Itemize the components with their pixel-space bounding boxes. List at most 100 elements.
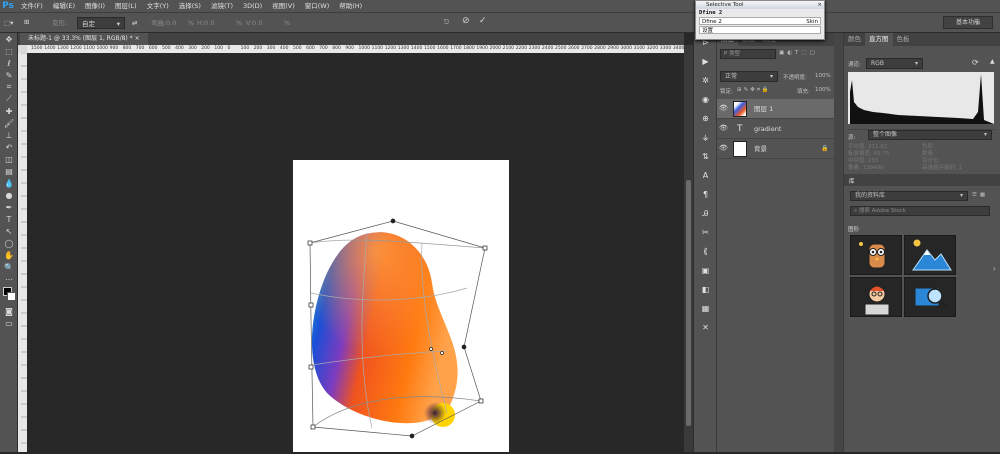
orientation-toggle-icon[interactable]: ⇄ (132, 17, 137, 29)
menu-item[interactable]: 图层(L) (110, 0, 142, 12)
layer-row-background[interactable]: 👁 背景 🔒 (717, 139, 835, 159)
healing-brush-icon[interactable]: ✚ (0, 105, 18, 117)
library-select[interactable]: 我的资料库 ▾ (850, 191, 968, 201)
panel-tab[interactable]: 颜色 (844, 33, 865, 46)
cancel-transform-icon[interactable]: ⊘ (462, 15, 470, 27)
brush-tool-icon[interactable]: 🖌 (0, 117, 18, 129)
warp-mode-select[interactable]: 自定 ▾ (77, 17, 125, 29)
warp-artwork[interactable] (27, 53, 684, 452)
layer-filter-search[interactable]: P 类型 (720, 49, 776, 59)
lasso-tool-icon[interactable]: ℓ (0, 57, 18, 69)
plugin-2-icon[interactable]: ◧ (694, 280, 717, 299)
paragraph-panel-icon[interactable]: ¶ (694, 185, 717, 204)
panel-tab[interactable]: 色板 (893, 33, 914, 46)
panel-divider[interactable] (834, 33, 843, 452)
commit-transform-icon[interactable]: ✓ (479, 15, 487, 27)
layer-name[interactable]: gradient (754, 119, 781, 139)
tool-presets-icon[interactable]: ✂ (694, 223, 717, 242)
character-panel-icon[interactable]: A (694, 166, 717, 185)
adjust-panel-icon[interactable]: ✲ (694, 71, 717, 90)
glyphs-panel-icon[interactable]: Ꭿ (694, 204, 717, 223)
warp-mode-switch-icon[interactable]: ⎋ (444, 16, 449, 28)
tool-preset-icon[interactable]: ⬚▾ (4, 17, 13, 29)
opacity-value[interactable]: 100% (815, 73, 831, 79)
menu-item[interactable]: 视图(V) (267, 0, 300, 12)
selective-tool-titlebar[interactable]: Selective Tool × (696, 1, 824, 9)
h-value[interactable]: 0.0 (204, 17, 214, 29)
menu-item[interactable]: 选择(S) (174, 0, 206, 12)
plugin-3-icon[interactable]: ▦ (694, 299, 717, 318)
stock-search-input[interactable]: ⌕ 搜索 Adobe Stock (850, 206, 990, 216)
vertical-ruler[interactable] (18, 52, 27, 452)
selective-row-dfine[interactable]: Dfine 2 Skin (699, 17, 821, 25)
color-swatches[interactable] (0, 285, 17, 305)
document-tab[interactable]: 未标题-1 @ 33.3% (图层 1, RGB/8) * × (20, 33, 148, 45)
dodge-tool-icon[interactable]: ● (0, 189, 18, 201)
visibility-eye-icon[interactable]: 👁 (719, 125, 728, 132)
library-owl-graphic[interactable] (850, 235, 902, 275)
crop-tool-icon[interactable]: ⌗ (0, 81, 18, 93)
menu-item[interactable]: 文件(F) (16, 0, 48, 12)
background-color[interactable] (7, 292, 16, 301)
paths-panel-icon[interactable]: ⚶ (694, 128, 717, 147)
quick-select-tool-icon[interactable]: ✎ (0, 69, 18, 81)
layer-name[interactable]: 图层 1 (754, 99, 773, 119)
selective-tool-window[interactable]: Selective Tool × Dfine 2 Dfine 2 Skin 设置 (695, 0, 825, 40)
clone-source-icon[interactable]: ⟪ (694, 242, 717, 261)
plugin-1-icon[interactable]: ▣ (694, 261, 717, 280)
ellipse-tool-icon[interactable]: ◯ (0, 237, 18, 249)
selective-row-settings[interactable]: 设置 (699, 26, 821, 34)
menu-item[interactable]: 文字(Y) (142, 0, 174, 12)
menu-item[interactable]: 滤镜(T) (206, 0, 238, 12)
marquee-tool-icon[interactable]: ⬚ (0, 45, 18, 57)
info-panel-icon[interactable]: ◉ (694, 90, 717, 109)
type-tool-icon[interactable]: T (0, 213, 18, 225)
actions-panel-icon[interactable]: ▶ (694, 52, 717, 71)
bend-value[interactable]: 0.0 (166, 17, 176, 29)
lock-icons[interactable]: ⊞✎✥⌗🔒 (737, 87, 771, 94)
reference-point-icon[interactable]: ⊞ (24, 16, 29, 28)
library-magnifier-graphic[interactable] (904, 277, 956, 317)
source-select[interactable]: 整个图像 ▾ (868, 130, 992, 140)
stamp-tool-icon[interactable]: ⊥ (0, 129, 18, 141)
ruler-corner[interactable] (18, 45, 27, 53)
hand-tool-icon[interactable]: ✋ (0, 249, 18, 261)
menu-item[interactable]: 帮助(H) (334, 0, 367, 12)
v-value[interactable]: 0.0 (252, 17, 262, 29)
refresh-icon[interactable]: ⟳ (972, 58, 979, 67)
canvas-scrollbar[interactable] (684, 45, 693, 452)
close-tab-icon[interactable]: × (135, 35, 140, 42)
menu-item[interactable]: 窗口(W) (300, 0, 335, 12)
history-brush-icon[interactable]: ↶ (0, 141, 18, 153)
visibility-eye-icon[interactable]: 👁 (719, 145, 728, 152)
fill-value[interactable]: 100% (815, 87, 831, 93)
scrollbar-thumb[interactable] (686, 180, 691, 426)
visibility-eye-icon[interactable]: 👁 (719, 105, 728, 112)
panel-expand-icon[interactable]: › (993, 265, 996, 273)
layer-row-image[interactable]: 👁 图层 1 (717, 99, 835, 119)
channel-select[interactable]: RGB ▾ (866, 58, 923, 69)
library-mountain-graphic[interactable] (904, 235, 956, 275)
workspace-switcher[interactable]: 基本功能 (943, 16, 993, 29)
close-icon[interactable]: × (817, 1, 822, 9)
blend-mode-select[interactable]: 正常 ▾ (720, 71, 778, 82)
gradient-tool-icon[interactable]: ▤ (0, 165, 18, 177)
layer-name[interactable]: 背景 (754, 139, 767, 159)
eraser-tool-icon[interactable]: ◫ (0, 153, 18, 165)
path-select-tool-icon[interactable]: ↖ (0, 225, 18, 237)
eyedropper-tool-icon[interactable]: ⟋ (0, 93, 18, 105)
pen-tool-icon[interactable]: ✒ (0, 201, 18, 213)
brush-settings-icon[interactable]: ⇅ (694, 147, 717, 166)
menu-item[interactable]: 编辑(E) (48, 0, 80, 12)
menu-item[interactable]: 图像(I) (80, 0, 110, 12)
move-tool-icon[interactable]: ✥ (0, 33, 18, 45)
library-person-graphic[interactable] (850, 277, 902, 317)
search-icon[interactable]: ⌕ (976, 18, 980, 28)
layer-filter-icons[interactable]: ▣◐T⬚▢ (779, 50, 818, 56)
layer-row-text[interactable]: 👁 T gradient (717, 119, 835, 139)
menu-item[interactable]: 3D(D) (238, 0, 267, 12)
library-view-icons[interactable]: ☰▦ (972, 192, 988, 198)
more-tools-icon[interactable]: ⋯ (0, 273, 18, 285)
panel-tab[interactable]: 直方图 (865, 33, 893, 46)
quick-mask-icon[interactable]: ◙ (0, 305, 18, 317)
